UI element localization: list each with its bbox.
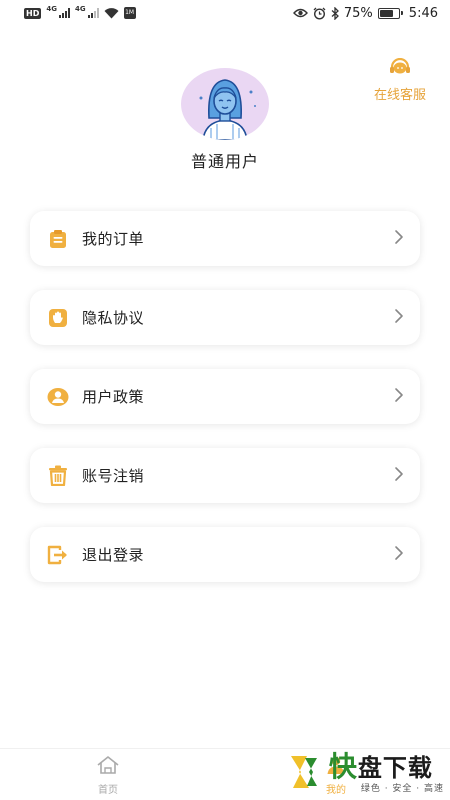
menu-item-delete-account[interactable]: 账号注销 [30, 448, 420, 503]
network-type-2: 4G [74, 5, 86, 13]
hand-icon [47, 307, 69, 329]
bottom-nav: 首页 我的 [0, 748, 450, 800]
signal-icon [58, 8, 70, 18]
profile-section: 普通用户 [0, 68, 450, 172]
menu-item-logout[interactable]: 退出登录 [30, 527, 420, 582]
menu-item-label: 用户政策 [82, 388, 145, 406]
app-notification-icon: 1M [123, 7, 136, 19]
battery-percent: 75% [343, 5, 373, 21]
clipboard-icon [47, 228, 69, 250]
eye-icon [292, 8, 308, 18]
status-bar: HD 4G 4G 1M 75% 5:46 [0, 0, 450, 26]
network-type-1: 4G [46, 5, 57, 13]
trash-icon [47, 465, 69, 487]
menu-item-label: 退出登录 [82, 546, 145, 564]
menu-item-label: 隐私协议 [82, 309, 145, 327]
status-bar-left: HD 4G 4G 1M [24, 5, 136, 19]
hd-badge: HD [24, 7, 42, 19]
wifi-icon [104, 7, 119, 19]
alarm-icon [313, 7, 326, 20]
nav-label-mine: 我的 [326, 785, 346, 796]
home-icon [96, 755, 120, 779]
user-avatar-icon [199, 79, 256, 140]
logout-icon [47, 544, 69, 566]
menu-item-label: 我的订单 [82, 230, 145, 248]
chevron-right-icon [394, 308, 404, 328]
menu-list: 我的订单 隐私协议 用户政策 账号注销 退出登录 [30, 211, 420, 582]
nav-tab-mine[interactable]: 我的 [324, 755, 348, 796]
chevron-right-icon [394, 466, 404, 486]
menu-item-privacy[interactable]: 隐私协议 [30, 290, 420, 345]
bluetooth-icon [331, 6, 339, 20]
person-icon [324, 755, 348, 779]
avatar[interactable] [181, 68, 269, 140]
menu-item-user-policy[interactable]: 用户政策 [30, 369, 420, 424]
nav-tab-home[interactable]: 首页 [96, 755, 120, 796]
chevron-right-icon [394, 229, 404, 249]
user-circle-icon [47, 386, 69, 408]
battery-icon [377, 7, 403, 19]
chevron-right-icon [394, 545, 404, 565]
username: 普通用户 [190, 152, 259, 171]
menu-item-orders[interactable]: 我的订单 [30, 211, 420, 266]
menu-item-label: 账号注销 [82, 467, 145, 485]
signal-icon [87, 8, 99, 18]
status-bar-right: 75% 5:46 [292, 5, 438, 21]
clock: 5:46 [408, 5, 438, 21]
chevron-right-icon [394, 387, 404, 407]
nav-label-home: 首页 [98, 785, 118, 796]
